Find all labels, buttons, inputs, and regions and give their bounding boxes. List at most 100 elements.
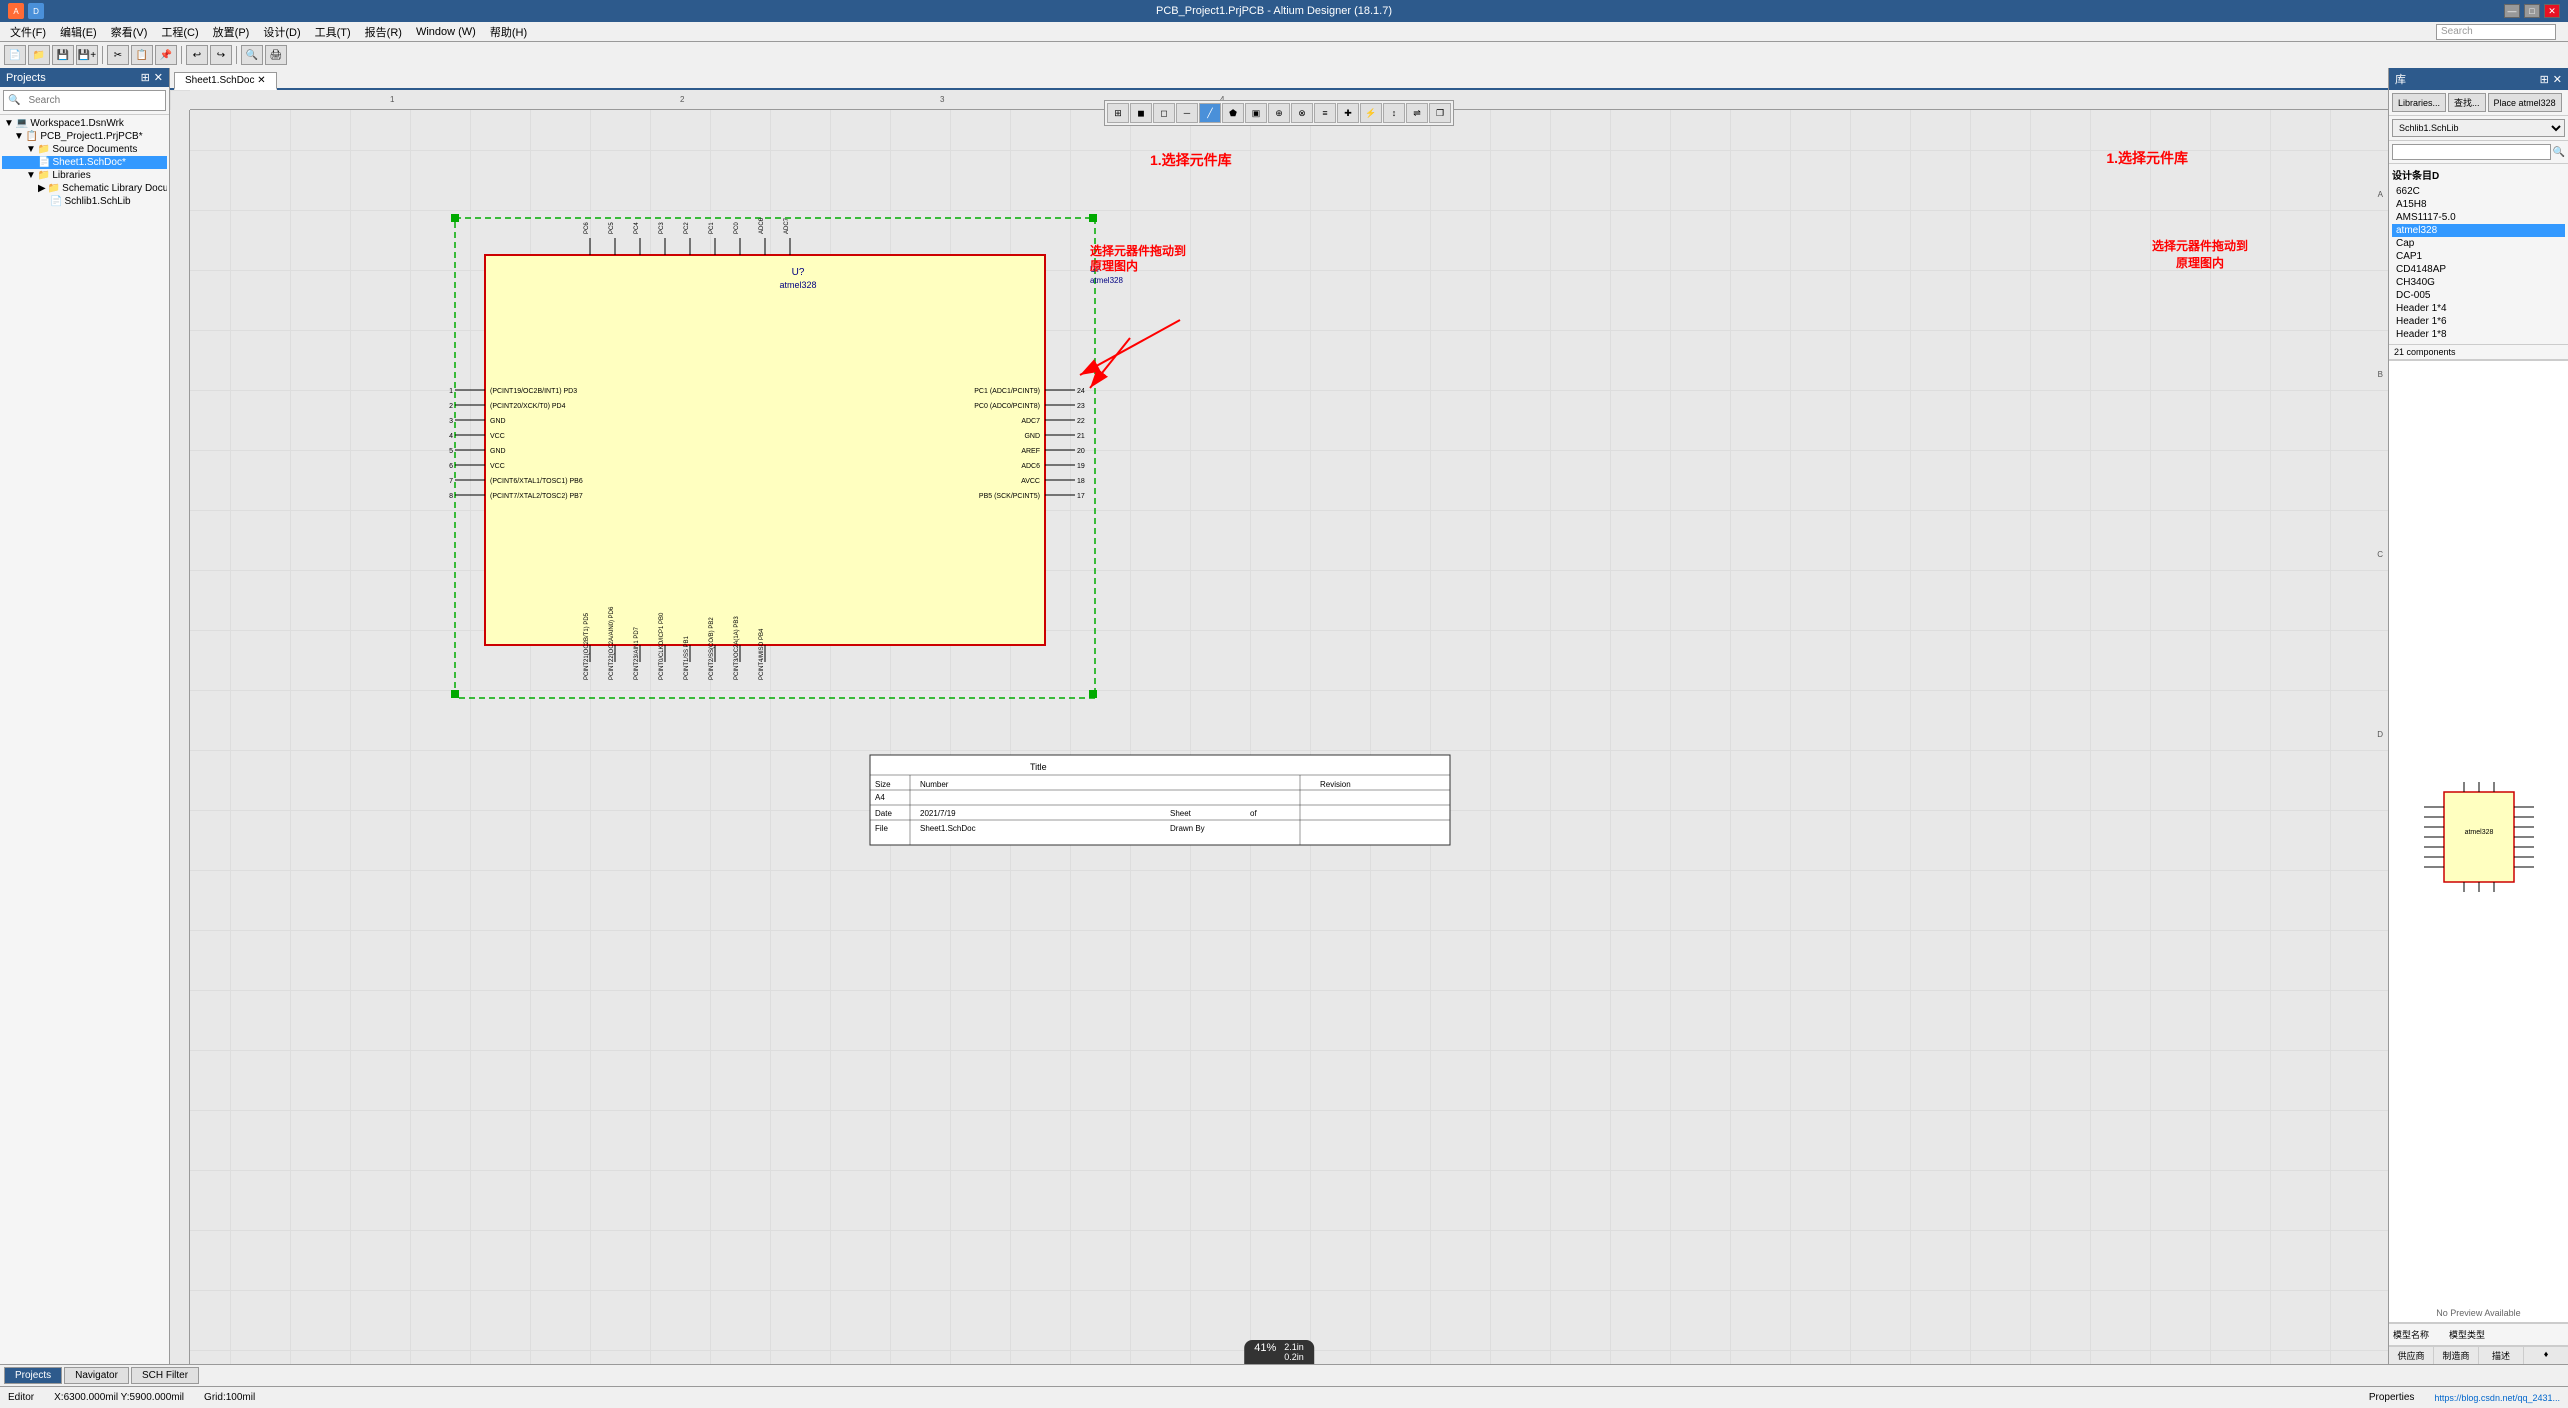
maximize-btn[interactable]: □ <box>2524 4 2540 18</box>
sch-tool-9[interactable]: ⊗ <box>1291 103 1313 123</box>
zoom-btn[interactable]: 🔍 <box>241 45 263 65</box>
new-btn[interactable]: 📄 <box>4 45 26 65</box>
zoom-y-coord: 0.2in <box>1284 1352 1304 1362</box>
svg-text:PCINT22(OC2A/AIN0) PD6: PCINT22(OC2A/AIN0) PD6 <box>609 606 615 680</box>
menu-tools[interactable]: 工具(T) <box>309 22 357 42</box>
search-icon: 🔍 <box>8 95 20 106</box>
sch-tool-7[interactable]: ▣ <box>1245 103 1267 123</box>
sch-tool-8[interactable]: ⊕ <box>1268 103 1290 123</box>
lib-float-btn[interactable]: ⊞ <box>2540 73 2549 86</box>
close-btn[interactable]: ✕ <box>2544 4 2560 18</box>
svg-text:(PCINT20/XCK/T0) PD4: (PCINT20/XCK/T0) PD4 <box>490 403 566 410</box>
menu-project[interactable]: 工程(C) <box>155 22 204 42</box>
print-btn[interactable]: 🖨 <box>265 45 287 65</box>
tree-libraries[interactable]: ▼ 📁 Libraries <box>2 169 167 182</box>
menu-reports[interactable]: 报告(R) <box>359 22 408 42</box>
supplier-tab-vendor[interactable]: 供应商 <box>2389 1347 2434 1364</box>
sch-tool-13[interactable]: ↕ <box>1383 103 1405 123</box>
lib-search-area: 🔍 <box>2389 141 2568 164</box>
find-btn[interactable]: 查找... <box>2448 93 2486 112</box>
sch-tool-1[interactable]: ⊞ <box>1107 103 1129 123</box>
tab-navigator[interactable]: Navigator <box>64 1367 129 1384</box>
supplier-tab-manufacturer[interactable]: 制造商 <box>2434 1347 2479 1364</box>
menu-file[interactable]: 文件(F) <box>4 22 52 42</box>
open-btn[interactable]: 📁 <box>28 45 50 65</box>
supplier-tab-extra[interactable]: ♦ <box>2524 1347 2568 1364</box>
tab-projects[interactable]: Projects <box>4 1367 62 1384</box>
tree-schlib1[interactable]: 📄 Schlib1.SchLib <box>2 195 167 208</box>
schematic-canvas-area[interactable]: ⊞ ◼ ◻ ─ ╱ ⬟ ▣ ⊕ ⊗ ≡ ✚ ⚡ ↕ ⇌ ❐ <box>170 90 2388 1364</box>
svg-text:ADC6: ADC6 <box>1021 463 1040 470</box>
libraries-label: Libraries <box>52 170 90 181</box>
search-input[interactable] <box>24 93 161 108</box>
design-item-header16[interactable]: Header 1*6 <box>2392 315 2565 328</box>
design-item-header14[interactable]: Header 1*4 <box>2392 302 2565 315</box>
sch-tool-2[interactable]: ◼ <box>1130 103 1152 123</box>
save-btn[interactable]: 💾 <box>52 45 74 65</box>
design-item-cd4148ap[interactable]: CD4148AP <box>2392 263 2565 276</box>
minimize-btn[interactable]: — <box>2504 4 2520 18</box>
redo-btn[interactable]: ↪ <box>210 45 232 65</box>
sch-tool-10[interactable]: ≡ <box>1314 103 1336 123</box>
design-item-662c[interactable]: 662C <box>2392 185 2565 198</box>
preview-area: atmel328 No Preview Available <box>2389 360 2568 1323</box>
menu-edit[interactable]: 编辑(E) <box>54 22 103 42</box>
project-expand-icon: ▼ <box>14 131 24 142</box>
sch-tool-6[interactable]: ⬟ <box>1222 103 1244 123</box>
svg-text:PCINT2/SS(CO/B) PB2: PCINT2/SS(CO/B) PB2 <box>709 617 715 680</box>
copy-btn[interactable]: 📋 <box>131 45 153 65</box>
svg-text:Date: Date <box>875 809 892 818</box>
lib-search-input[interactable] <box>2392 144 2551 160</box>
undo-btn[interactable]: ↩ <box>186 45 208 65</box>
design-item-ams1117[interactable]: AMS1117-5.0 <box>2392 211 2565 224</box>
menu-view[interactable]: 察看(V) <box>105 22 154 42</box>
svg-text:PCINT3/OC2A(1A) PB3: PCINT3/OC2A(1A) PB3 <box>734 616 740 680</box>
status-bar: Editor X:6300.000mil Y:5900.000mil Grid:… <box>0 1386 2568 1408</box>
design-item-header18[interactable]: Header 1*8 <box>2392 328 2565 341</box>
design-item-atmel328[interactable]: atmel328 <box>2392 224 2565 237</box>
design-item-a15h8[interactable]: A15H8 <box>2392 198 2565 211</box>
svg-text:8: 8 <box>449 493 453 500</box>
svg-text:PCINT23/AIN1 PD7: PCINT23/AIN1 PD7 <box>634 626 640 680</box>
design-item-dc005[interactable]: DC-005 <box>2392 289 2565 302</box>
sch-tool-12[interactable]: ⚡ <box>1360 103 1382 123</box>
design-item-ch340g[interactable]: CH340G <box>2392 276 2565 289</box>
design-item-cap[interactable]: Cap <box>2392 237 2565 250</box>
svg-text:Drawn By: Drawn By <box>1170 824 1205 833</box>
tree-schlib-docs[interactable]: ▶ 📁 Schematic Library Documents <box>2 182 167 195</box>
supplier-tab-description[interactable]: 描述 <box>2479 1347 2524 1364</box>
tab-sheet1[interactable]: Sheet1.SchDoc ✕ <box>174 72 277 90</box>
paste-btn[interactable]: 📌 <box>155 45 177 65</box>
svg-text:PB5 (SCK/PCINT5): PB5 (SCK/PCINT5) <box>979 493 1040 500</box>
tree-project[interactable]: ▼ 📋 PCB_Project1.PrjPCB* <box>2 130 167 143</box>
tree-workspace[interactable]: ▼ 💻 Workspace1.DsnWrk <box>2 117 167 130</box>
projects-close-btn[interactable]: ✕ <box>154 71 163 84</box>
tab-sch-filter[interactable]: SCH Filter <box>131 1367 199 1384</box>
sch-tool-3[interactable]: ◻ <box>1153 103 1175 123</box>
right-panel-btn[interactable]: Properties <box>2369 1392 2415 1403</box>
libraries-btn[interactable]: Libraries... <box>2392 93 2446 112</box>
save-all-btn[interactable]: 💾+ <box>76 45 98 65</box>
sch-tool-4[interactable]: ─ <box>1176 103 1198 123</box>
sch-tool-5[interactable]: ╱ <box>1199 103 1221 123</box>
sch-tool-11[interactable]: ✚ <box>1337 103 1359 123</box>
cut-btn[interactable]: ✂ <box>107 45 129 65</box>
place-btn[interactable]: Place atmel328 <box>2488 93 2562 112</box>
menu-design[interactable]: 设计(D) <box>257 22 306 42</box>
lib-close-btn[interactable]: ✕ <box>2553 73 2562 86</box>
svg-text:5: 5 <box>449 448 453 455</box>
menu-place[interactable]: 放置(P) <box>207 22 256 42</box>
sch-tool-15[interactable]: ❐ <box>1429 103 1451 123</box>
tree-source-docs[interactable]: ▼ 📁 Source Documents <box>2 143 167 156</box>
design-item-cap1[interactable]: CAP1 <box>2392 250 2565 263</box>
tree-schematic-doc[interactable]: 📄 Sheet1.SchDoc* <box>2 156 167 169</box>
svg-text:atmel328: atmel328 <box>1090 276 1123 285</box>
svg-text:Title: Title <box>1030 762 1047 772</box>
menu-window[interactable]: Window (W) <box>410 24 482 40</box>
lib-filter-select[interactable]: Schlib1.SchLib <box>2392 119 2565 137</box>
menu-help[interactable]: 帮助(H) <box>484 22 533 42</box>
svg-text:(PCINT6/XTAL1/TOSC1) PB6: (PCINT6/XTAL1/TOSC1) PB6 <box>490 478 583 485</box>
sch-tool-14[interactable]: ⇌ <box>1406 103 1428 123</box>
global-search[interactable]: Search <box>2436 24 2556 40</box>
projects-float-btn[interactable]: ⊞ <box>141 71 150 84</box>
